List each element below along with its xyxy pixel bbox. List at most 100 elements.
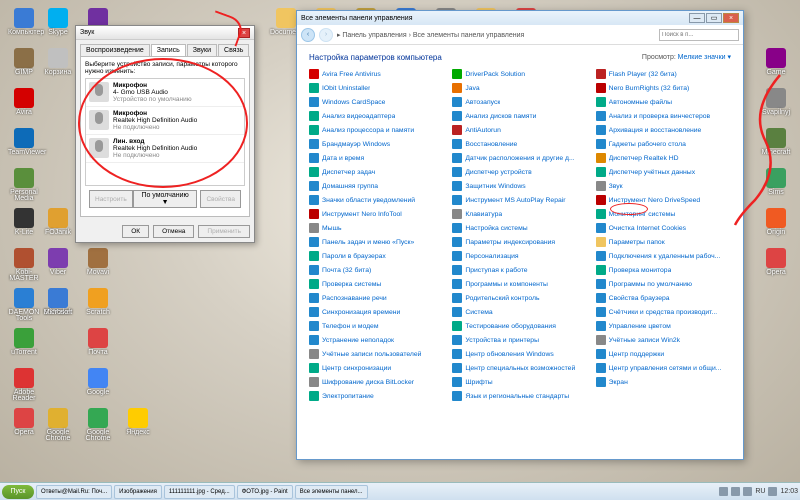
tray-icon[interactable] [731, 487, 740, 496]
taskbar-button[interactable]: ФОТО.jpg - Paint [237, 485, 293, 499]
cp-item[interactable]: Параметры индексирования [452, 236, 587, 248]
ok-button[interactable]: ОК [122, 225, 149, 238]
cp-item[interactable]: Инструмент Nero DriveSpeed [596, 194, 731, 206]
cp-item[interactable]: Java [452, 82, 587, 94]
desktop-icon[interactable]: Scratch [82, 288, 114, 320]
cp-item[interactable]: Очистка Internet Cookies [596, 222, 731, 234]
desktop-icon[interactable]: uTorrent [8, 328, 40, 360]
cp-item[interactable]: Flash Player (32 бита) [596, 68, 731, 80]
cancel-button[interactable]: Отмена [153, 225, 194, 238]
back-button[interactable]: ‹ [301, 28, 315, 42]
cp-item[interactable]: Восстановление [452, 138, 587, 150]
cp-item[interactable]: Защитник Windows [452, 180, 587, 192]
cp-item[interactable]: Центр управления сетями и общи... [596, 362, 731, 374]
cp-item[interactable]: Диспетчер Realtek HD [596, 152, 731, 164]
cp-item[interactable]: Дата и время [309, 152, 444, 164]
desktop-icon[interactable]: TeamViewer [8, 128, 40, 160]
desktop-icon[interactable]: Movavi [82, 248, 114, 280]
cp-titlebar[interactable]: Все элементы панели управления — ▭ × [297, 11, 743, 25]
cp-item[interactable]: Панель задач и меню «Пуск» [309, 236, 444, 248]
desktop-icon[interactable]: Почта [82, 328, 114, 360]
desktop-icon[interactable]: Opera [8, 408, 40, 440]
taskbar-button[interactable]: 111111111.jpg - Сред... [164, 485, 235, 499]
cp-item[interactable]: Гаджеты рабочего стола [596, 138, 731, 150]
desktop-icon[interactable]: Svapilnyj [760, 88, 792, 120]
cp-item[interactable]: Центр специальных возможностей [452, 362, 587, 374]
cp-item[interactable]: Инструмент MS AutoPlay Repair [452, 194, 587, 206]
audio-device[interactable]: Лин. входRealtek High Definition AudioНе… [86, 135, 244, 163]
close-button[interactable]: × [723, 13, 739, 23]
desktop-icon[interactable]: Корзина [42, 48, 74, 80]
cp-item[interactable]: Синхронизация времени [309, 306, 444, 318]
configure-button[interactable]: Настроить [89, 190, 133, 208]
desktop-icon[interactable]: K-Lite [8, 208, 40, 240]
desktop-icon[interactable]: Sims [760, 168, 792, 200]
search-input[interactable] [659, 29, 739, 41]
sound-tab[interactable]: Звуки [187, 44, 217, 56]
cp-item[interactable]: Звук [596, 180, 731, 192]
taskbar-button[interactable]: Ответы@Mail.Ru: Поч... [36, 485, 112, 499]
cp-item[interactable]: Диспетчер устройств [452, 166, 587, 178]
desktop-icon[interactable]: Google [82, 368, 114, 400]
cp-item[interactable]: Avira Free Antivirus [309, 68, 444, 80]
cp-item[interactable]: Программы и компоненты [452, 278, 587, 290]
cp-item[interactable]: Windows CardSpace [309, 96, 444, 108]
close-icon[interactable]: × [238, 28, 250, 38]
minimize-button[interactable]: — [689, 13, 705, 23]
cp-item[interactable]: Распознавание речи [309, 292, 444, 304]
desktop-icon[interactable]: Skype [42, 8, 74, 40]
cp-item[interactable]: Анализ процессора и памяти [309, 124, 444, 136]
cp-item[interactable]: Анализ видеоадаптера [309, 110, 444, 122]
audio-device[interactable]: Микрофон4- Gmo USB AudioУстройство по ум… [86, 79, 244, 107]
desktop-icon[interactable]: Minecraft [760, 128, 792, 160]
forward-button[interactable]: › [319, 28, 333, 42]
tray-icon[interactable] [719, 487, 728, 496]
cp-item[interactable]: Программы по умолчанию [596, 278, 731, 290]
cp-item[interactable]: Шрифты [452, 376, 587, 388]
cp-item[interactable]: Система [452, 306, 587, 318]
taskbar-button[interactable]: Все элементы панел... [295, 485, 368, 499]
clock[interactable]: 12:03 [780, 488, 798, 495]
cp-item[interactable]: Центр поддержки [596, 348, 731, 360]
cp-item[interactable]: Nero BurnRights (32 бита) [596, 82, 731, 94]
cp-item[interactable]: Анализ и проверка винчестеров [596, 110, 731, 122]
cp-item[interactable]: Свойства браузера [596, 292, 731, 304]
properties-button[interactable]: Свойства [200, 190, 241, 208]
desktop-icon[interactable]: Personal Media [8, 168, 40, 200]
cp-item[interactable]: Учётные записи Win2k [596, 334, 731, 346]
desktop-icon[interactable]: Opera [760, 248, 792, 280]
cp-item[interactable]: Домашняя группа [309, 180, 444, 192]
cp-item[interactable]: DriverPack Solution [452, 68, 587, 80]
desktop-icon[interactable]: Origin [760, 208, 792, 240]
cp-item[interactable]: Подключения к удаленным рабоч... [596, 250, 731, 262]
desktop-icon[interactable]: Microsoft [42, 288, 74, 320]
apply-button[interactable]: Применить [198, 225, 250, 238]
cp-item[interactable]: Диспетчер задач [309, 166, 444, 178]
cp-item[interactable]: Автозапуск [452, 96, 587, 108]
maximize-button[interactable]: ▭ [706, 13, 722, 23]
tray-icon[interactable] [768, 487, 777, 496]
cp-item[interactable]: Центр обновления Windows [452, 348, 587, 360]
cp-item[interactable]: Шифрование диска BitLocker [309, 376, 444, 388]
cp-item[interactable]: Значки области уведомлений [309, 194, 444, 206]
desktop-icon[interactable]: Google Chrome [82, 408, 114, 440]
desktop-icon[interactable]: Kobi-MASTER [8, 248, 40, 280]
cp-item[interactable]: Учётные записи пользователей [309, 348, 444, 360]
tray-icon[interactable] [743, 487, 752, 496]
cp-item[interactable]: Управление цветом [596, 320, 731, 332]
cp-item[interactable]: Устройства и принтеры [452, 334, 587, 346]
cp-item[interactable]: Телефон и модем [309, 320, 444, 332]
cp-item[interactable]: Тестирование оборудования [452, 320, 587, 332]
cp-item[interactable]: Параметры папок [596, 236, 731, 248]
device-list[interactable]: Микрофон4- Gmo USB AudioУстройство по ум… [85, 78, 245, 186]
cp-item[interactable]: IObit Uninstaller [309, 82, 444, 94]
cp-item[interactable]: Мониторинг системы [596, 208, 731, 220]
desktop-icon[interactable]: Viber [42, 248, 74, 280]
language-indicator[interactable]: RU [755, 488, 765, 495]
desktop-icon[interactable]: Google Chrome [42, 408, 74, 440]
desktop-icon[interactable]: GIMP [8, 48, 40, 80]
sound-tab[interactable]: Воспроизведение [80, 44, 150, 56]
desktop-icon[interactable]: DAEMON Tools [8, 288, 40, 320]
cp-item[interactable]: Экран [596, 376, 731, 388]
cp-item[interactable]: Датчик расположения и другие д... [452, 152, 587, 164]
